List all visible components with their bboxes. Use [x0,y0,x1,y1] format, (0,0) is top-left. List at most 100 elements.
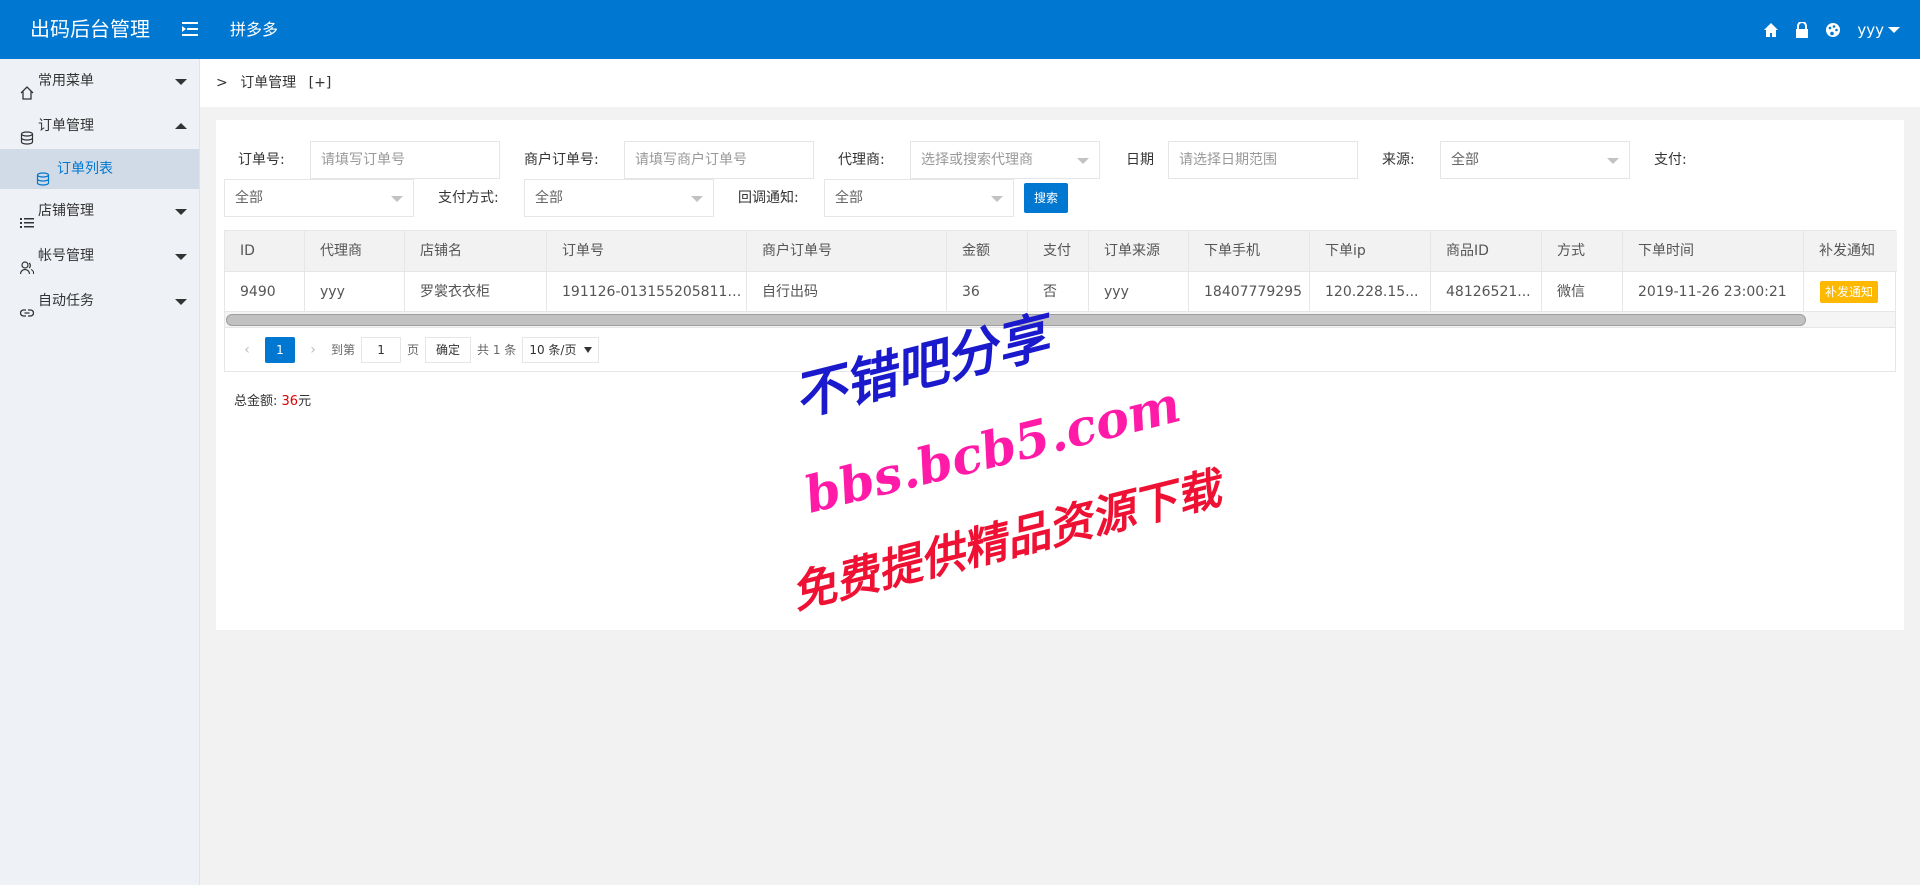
pay-method-select[interactable]: 全部 [524,179,714,217]
pay-select-value: 全部 [235,190,263,206]
date-range-input[interactable]: 请选择日期范围 [1168,141,1358,179]
pay-select[interactable]: 全部 [224,179,414,217]
sidebar-item-order-list[interactable]: 订单列表 [0,149,199,189]
user-menu[interactable]: yyy [1857,21,1900,39]
total-amount-value: 36 [281,394,299,409]
col-header: 商品ID [1431,231,1542,271]
page-unit-label: 页 [407,343,420,357]
breadcrumb-expand[interactable]: [+] [309,75,332,91]
chevron-down-icon [391,196,403,202]
chevron-down-icon [991,196,1003,202]
cell-order-no: 191126-013155205811985 [547,271,747,311]
pay-label: 支付: [1654,152,1687,168]
date-label: 日期 [1126,152,1154,168]
agent-select-placeholder: 选择或搜索代理商 [921,152,1033,168]
menu-toggle-icon[interactable] [180,19,200,39]
cell-source: yyy [1089,271,1189,311]
home-icon[interactable] [1763,22,1779,38]
callback-label: 回调通知: [738,190,799,206]
search-button[interactable]: 搜索 [1024,183,1069,213]
sidebar-item-label: 店铺管理 [38,203,94,219]
total-count: 共 1 条 [477,343,517,357]
header-actions: yyy [1763,0,1900,59]
resend-notify-button[interactable]: 补发通知 [1820,281,1879,303]
app-logo: 出码后台管理 [30,17,150,41]
order-no-label: 订单号: [238,152,285,168]
col-header: 店铺名 [405,231,547,271]
callback-select[interactable]: 全部 [824,179,1014,217]
col-header: 订单来源 [1089,231,1189,271]
link-icon [19,294,35,339]
theme-palette-icon[interactable] [1825,22,1841,38]
sidebar-item-order-management[interactable]: 订单管理 [0,104,199,149]
total-amount-label: 总金额: [234,394,278,409]
goto-label: 到第 [331,343,356,357]
agent-label: 代理商: [838,152,885,168]
page-number-current[interactable]: 1 [265,336,295,363]
chevron-down-icon [1607,158,1619,164]
order-no-input[interactable]: 请填写订单号 [310,141,500,179]
col-header: 方式 [1542,231,1623,271]
total-amount: 总金额: 36元 [234,390,311,409]
source-label: 来源: [1382,152,1415,168]
agent-select[interactable]: 选择或搜索代理商 [910,141,1100,179]
cell-method: 微信 [1542,271,1623,311]
caret-down-icon [584,346,593,353]
table-header-row: ID 代理商 店铺名 订单号 商户订单号 金额 支付 订单来源 下单手机 下单i… [225,231,1897,271]
col-header: 订单号 [547,231,747,271]
sidebar-item-label: 自动任务 [38,293,94,309]
sidebar-item-common-menu[interactable]: 常用菜单 [0,59,199,104]
caret-down-icon [175,254,187,260]
orders-table: ID 代理商 店铺名 订单号 商户订单号 金额 支付 订单来源 下单手机 下单i… [224,230,1897,372]
pagination: ‹ 1 › 到第 1 页 确定 共 1 条 10 条/页 [225,327,1895,371]
cell-agent: yyy [305,271,405,311]
col-header: 下单时间 [1623,231,1804,271]
lock-icon[interactable] [1795,21,1809,38]
cell-notify: 补发通知 [1804,271,1897,311]
cell-order-time: 2019-11-26 23:00:21 [1623,271,1804,311]
col-header: 代理商 [305,231,405,271]
col-header: 支付 [1028,231,1089,271]
cell-merchant-order: 自行出码 [747,271,947,311]
breadcrumb-current[interactable]: 订单管理 [240,75,296,91]
sidebar-item-label: 订单列表 [57,161,113,177]
total-amount-unit: 元 [298,394,312,409]
sidebar-item-auto-task[interactable]: 自动任务 [0,279,199,324]
source-select[interactable]: 全部 [1440,141,1630,179]
cell-id: 9490 [225,271,305,311]
caret-down-icon [175,209,187,215]
table-row: 9490 yyy 罗裳衣衣柜 191126-013155205811985 自行… [225,271,1897,311]
next-page-icon[interactable]: › [301,338,325,362]
chevron-down-icon [691,196,703,202]
sidebar-item-store-management[interactable]: 店铺管理 [0,189,199,234]
horizontal-scrollbar[interactable] [225,311,1895,327]
col-header: 金额 [947,231,1028,271]
callback-select-value: 全部 [835,190,863,206]
sidebar-item-account-management[interactable]: 帐号管理 [0,234,199,279]
source-select-value: 全部 [1451,152,1479,168]
cell-store: 罗裳衣衣柜 [405,271,547,311]
site-name[interactable]: 拼多多 [230,0,278,59]
cell-product-id: 48126521... [1431,271,1542,311]
page-size-value: 10 条/页 [529,342,577,357]
merchant-order-input[interactable]: 请填写商户订单号 [624,141,814,179]
chevron-down-icon [1077,158,1089,164]
user-name: yyy [1857,20,1884,39]
caret-up-icon [175,123,187,129]
merchant-order-label: 商户订单号: [524,152,599,168]
caret-down-icon [175,79,187,85]
breadcrumb-arrow: > [216,75,228,91]
caret-down-icon [175,299,187,305]
prev-page-icon[interactable]: ‹ [235,338,259,362]
cell-ip: 120.228.15... [1310,271,1431,311]
cell-phone: 18407779295 [1189,271,1310,311]
goto-confirm-button[interactable]: 确定 [425,336,472,363]
goto-page-input[interactable]: 1 [361,336,402,363]
col-header: 补发通知 [1819,243,1875,259]
sidebar-item-label: 帐号管理 [38,248,94,264]
sidebar: 常用菜单 订单管理 订单列表 店铺管理 帐号管理 自动任务 [0,59,200,885]
col-header: ID [225,231,305,271]
col-header: 商户订单号 [747,231,947,271]
page-size-select[interactable]: 10 条/页 [522,336,600,363]
chevron-down-icon [1888,26,1900,33]
